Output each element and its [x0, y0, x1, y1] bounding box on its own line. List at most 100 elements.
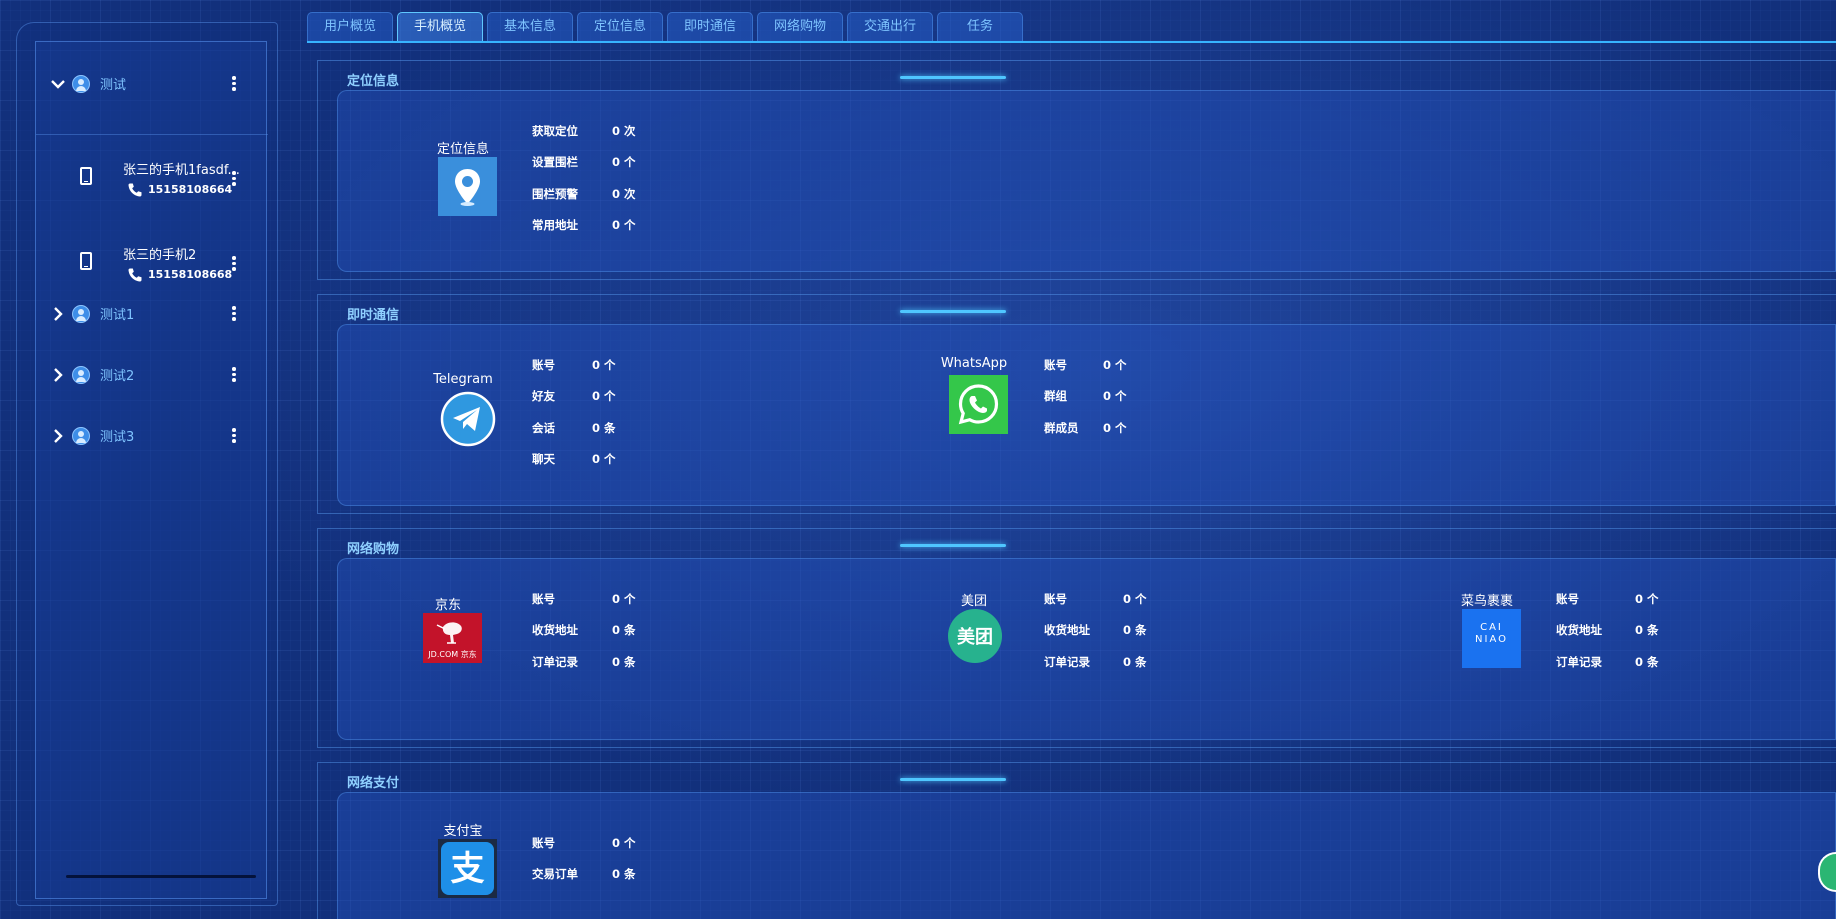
app-name: 京东	[434, 598, 461, 613]
chevron-right-icon[interactable]	[50, 367, 66, 383]
stat-item: 收货地址 0 条	[532, 623, 636, 637]
tab-underline	[307, 41, 1836, 43]
stat-item: 围栏预警 0 次	[532, 187, 636, 201]
more-vertical-icon[interactable]	[228, 304, 240, 323]
device-phone-number: 15158108668	[148, 268, 233, 281]
device-tree: 测试 张三的手机1fasdf... 15158108664 张三的手机2 151…	[35, 41, 268, 899]
phone-icon	[80, 167, 92, 185]
user-icon	[72, 304, 90, 323]
section-online-payment: 网络支付 支付宝 支 账号 0 个 交易订单 0 条	[317, 762, 1836, 919]
tree-group-ceshi1[interactable]: 测试1	[36, 304, 268, 323]
location-pin-icon	[438, 157, 497, 216]
more-vertical-icon[interactable]	[228, 254, 240, 273]
horizontal-scrollbar[interactable]	[66, 875, 256, 878]
app-name: WhatsApp	[940, 356, 1008, 371]
meituan-icon: 美团	[948, 609, 1002, 663]
tree-group-ceshi3[interactable]: 测试3	[36, 426, 268, 445]
meituan-logo-text: 美团	[957, 627, 993, 648]
telephone-icon	[127, 182, 143, 198]
tab-user-overview[interactable]: 用户概览	[307, 12, 393, 41]
whatsapp-icon	[949, 375, 1008, 434]
alipay-logo-text: 支	[450, 848, 485, 889]
more-vertical-icon[interactable]	[228, 169, 240, 188]
more-vertical-icon[interactable]	[228, 365, 240, 384]
chevron-right-icon[interactable]	[50, 428, 66, 444]
section-title: 网络购物	[347, 542, 400, 557]
section-glow-bar	[900, 778, 1006, 781]
tree-group-label: 测试3	[100, 430, 135, 445]
stat-item: 获取定位 0 次	[532, 124, 636, 138]
device-phone-number: 15158108664	[148, 183, 233, 196]
stat-item: 群组 0 个	[1044, 389, 1127, 403]
stat-item: 会话 0 条	[532, 421, 616, 435]
section-online-shopping: 网络购物 京东 JD.COM 京东 账号 0 个 收货地址 0 条 订单记录 0 条 …	[317, 528, 1836, 748]
tree-group-ceshi[interactable]: 测试	[36, 74, 268, 93]
stat-item: 账号 0 个	[532, 358, 616, 372]
stat-item: 账号 0 个	[532, 836, 636, 850]
tab-phone-overview[interactable]: 手机概览	[397, 12, 483, 41]
phone-icon	[80, 252, 92, 270]
tab-transport[interactable]: 交通出行	[847, 12, 933, 41]
tab-tasks[interactable]: 任务	[937, 12, 1023, 41]
tree-group-label: 测试2	[100, 369, 135, 384]
alipay-icon: 支	[438, 839, 497, 898]
stat-item: 账号 0 个	[1556, 592, 1659, 606]
stat-item: 群成员 0 个	[1044, 421, 1127, 435]
telegram-icon	[440, 391, 496, 447]
stat-item: 账号 0 个	[1044, 592, 1147, 606]
user-icon	[72, 365, 90, 384]
user-icon	[72, 74, 90, 93]
tab-online-shopping[interactable]: 网络购物	[757, 12, 843, 41]
divider	[36, 134, 268, 135]
tree-group-label: 测试1	[100, 308, 135, 323]
stat-item: 订单记录 0 条	[1556, 655, 1659, 669]
cainiao-icon: CAI NIAO	[1462, 609, 1521, 668]
telephone-icon	[127, 267, 143, 283]
cainiao-logo-text: CAI NIAO	[1475, 622, 1508, 645]
section-instant-messaging: 即时通信 Telegram 账号 0 个 好友 0 个 会话 0 条 聊天 0 个 Wh…	[317, 294, 1836, 514]
stat-item: 订单记录 0 条	[532, 655, 636, 669]
app-name: 美团	[960, 594, 987, 609]
stat-item: 账号 0 个	[532, 592, 636, 606]
section-glow-bar	[900, 544, 1006, 547]
sidebar: 测试 张三的手机1fasdf... 15158108664 张三的手机2 151…	[16, 22, 278, 906]
jd-logo-text: JD.COM 京东	[428, 650, 477, 659]
section-glow-bar	[900, 76, 1006, 79]
section-title: 网络支付	[347, 776, 400, 791]
stat-item: 交易订单 0 条	[532, 867, 636, 881]
tree-device-1[interactable]: 张三的手机1fasdf... 15158108664	[36, 149, 268, 209]
tab-instant-messaging[interactable]: 即时通信	[667, 12, 753, 41]
stat-item: 订单记录 0 条	[1044, 655, 1147, 669]
tree-device-2[interactable]: 张三的手机2 15158108668	[36, 234, 268, 294]
stat-item: 聊天 0 个	[532, 452, 616, 466]
tab-location-info[interactable]: 定位信息	[577, 12, 663, 41]
app-name: 支付宝	[443, 824, 483, 839]
stat-item: 好友 0 个	[532, 389, 616, 403]
stat-item: 常用地址 0 个	[532, 218, 636, 232]
app-name: 菜鸟裹裹	[1460, 594, 1513, 609]
app-name: 定位信息	[436, 142, 489, 157]
tree-group-label: 测试	[100, 78, 127, 93]
section-title: 即时通信	[347, 308, 400, 323]
stat-item: 收货地址 0 条	[1044, 623, 1147, 637]
stat-item: 设置围栏 0 个	[532, 155, 636, 169]
section-panel: 定位信息 获取定位 0 次 设置围栏 0 个 围栏预警 0 次 常用地址 0 个	[337, 90, 1836, 272]
chevron-right-icon[interactable]	[50, 306, 66, 322]
stat-item: 收货地址 0 条	[1556, 623, 1659, 637]
more-vertical-icon[interactable]	[228, 426, 240, 445]
tree-group-ceshi2[interactable]: 测试2	[36, 365, 268, 384]
section-glow-bar	[900, 310, 1006, 313]
tab-basic-info[interactable]: 基本信息	[487, 12, 573, 41]
section-location: 定位信息 定位信息 获取定位 0 次 设置围栏 0 个 围栏预警 0 次 常用地址 0 …	[317, 60, 1836, 280]
app-name: Telegram	[433, 372, 493, 387]
tab-bar: 用户概览 手机概览 基本信息 定位信息 即时通信 网络购物 交通出行 任务	[307, 12, 1023, 42]
section-title: 定位信息	[347, 74, 400, 89]
chevron-down-icon[interactable]	[50, 76, 66, 92]
user-icon	[72, 426, 90, 445]
section-panel: 支付宝 支 账号 0 个 交易订单 0 条	[337, 792, 1836, 919]
jd-icon: JD.COM 京东	[423, 613, 482, 663]
stat-item: 账号 0 个	[1044, 358, 1127, 372]
section-panel: 京东 JD.COM 京东 账号 0 个 收货地址 0 条 订单记录 0 条 美团 美团…	[337, 558, 1836, 740]
more-vertical-icon[interactable]	[228, 74, 240, 93]
section-panel: Telegram 账号 0 个 好友 0 个 会话 0 条 聊天 0 个 WhatsAp…	[337, 324, 1836, 506]
